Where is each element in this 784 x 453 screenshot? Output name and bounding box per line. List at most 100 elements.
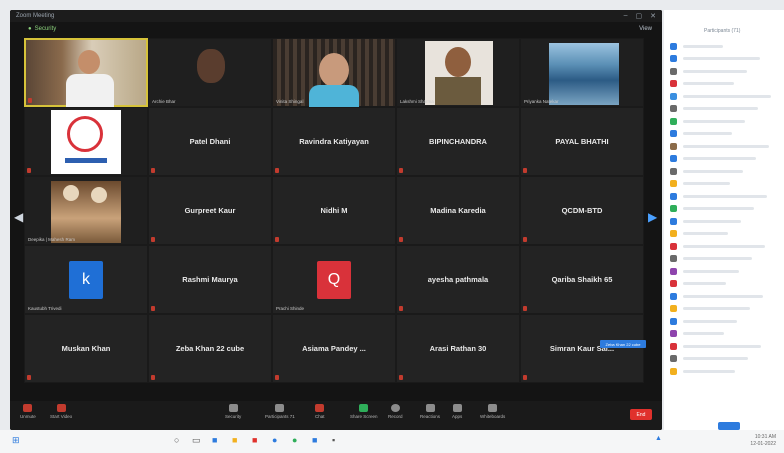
participant-tile[interactable]: QCDM-BTD: [520, 176, 644, 245]
participant-tile[interactable]: Deepika | Mahesh Ram: [24, 176, 148, 245]
participant-list-item[interactable]: [670, 228, 784, 241]
participant-list-item[interactable]: [670, 115, 784, 128]
participant-list-item[interactable]: [670, 340, 784, 353]
mic-muted-icon: [523, 168, 527, 173]
participant-tile[interactable]: Zeba Khan 22 cube: [148, 314, 272, 383]
participant-list-item[interactable]: [670, 140, 784, 153]
participant-tile[interactable]: PAYAL BHATHI: [520, 107, 644, 176]
task-view-icon[interactable]: ▭: [192, 435, 201, 446]
participant-tile[interactable]: Qariba Shaikh 65: [520, 245, 644, 314]
chat-button[interactable]: Chat: [315, 404, 325, 419]
avatar: [670, 230, 677, 238]
avatar: [670, 67, 677, 75]
mic-muted-icon: [523, 306, 527, 311]
maximize-icon[interactable]: ▢: [636, 12, 643, 20]
participants-button[interactable]: Participants 71: [265, 404, 295, 419]
participant-list-item[interactable]: [670, 290, 784, 303]
participant-tile[interactable]: Gurpreet Kaur: [148, 176, 272, 245]
participant-list-item[interactable]: [670, 265, 784, 278]
participant-list-item[interactable]: [670, 128, 784, 141]
participant-tile[interactable]: Q Prachi Shinde: [272, 245, 396, 314]
participant-tile[interactable]: Vinita Shingal: [272, 38, 396, 107]
participant-tile[interactable]: Arasi Rathan 30: [396, 314, 520, 383]
view-button[interactable]: View: [639, 26, 652, 32]
participant-list-item[interactable]: [670, 190, 784, 203]
participant-list-item[interactable]: [670, 203, 784, 216]
participant-list-item[interactable]: [670, 53, 784, 66]
mic-muted-icon: [275, 168, 279, 173]
participant-list-item[interactable]: [670, 353, 784, 366]
participant-tile[interactable]: k Kaustubh Trivedi: [24, 245, 148, 314]
mic-muted-icon: [523, 375, 527, 380]
participant-tile[interactable]: Patel Dhani: [148, 107, 272, 176]
mic-muted-icon: [399, 375, 403, 380]
participant-list-item[interactable]: [670, 328, 784, 341]
participant-list-item[interactable]: [670, 65, 784, 78]
search-icon[interactable]: ○: [174, 435, 179, 445]
participant-name: Gurpreet Kaur: [184, 206, 236, 215]
participant-list-item[interactable]: [670, 78, 784, 91]
avatar: [670, 355, 677, 363]
app-icon[interactable]: ▪: [332, 435, 335, 445]
participant-list-name: [683, 144, 769, 148]
participant-tile[interactable]: Nidhi M: [272, 176, 396, 245]
participant-list-item[interactable]: [670, 90, 784, 103]
chrome-icon[interactable]: ●: [292, 435, 297, 445]
zoom-app-icon[interactable]: ■: [212, 435, 217, 445]
close-icon[interactable]: ✕: [650, 12, 656, 20]
reactions-button[interactable]: Reactions: [420, 404, 440, 419]
participant-list-item[interactable]: [670, 303, 784, 316]
participant-list-item[interactable]: [670, 315, 784, 328]
store-icon[interactable]: ■: [312, 435, 317, 445]
participant-list-name: [683, 257, 752, 261]
file-explorer-icon[interactable]: ■: [232, 435, 237, 445]
participant-tile[interactable]: Rashmi Maurya: [148, 245, 272, 314]
participant-list-item[interactable]: [670, 278, 784, 291]
participant-name: Nidhi M: [320, 206, 348, 215]
share-screen-button[interactable]: Share Screen: [350, 404, 378, 419]
participant-tile[interactable]: Simran Kaur Sai...: [520, 314, 644, 383]
participant-tile[interactable]: Lakshmi Sharma: [396, 38, 520, 107]
participant-tile[interactable]: [24, 38, 148, 108]
invite-button[interactable]: [718, 422, 740, 430]
start-video-button[interactable]: Start Video: [50, 404, 72, 419]
avatar: [670, 255, 677, 263]
tray-icon[interactable]: ▲: [655, 435, 662, 442]
participant-tile[interactable]: Ravindra Katiyayan: [272, 107, 396, 176]
apps-button[interactable]: Apps: [452, 404, 462, 419]
participant-tile[interactable]: Priyanka Natekar: [520, 38, 644, 107]
minimize-icon[interactable]: –: [624, 12, 628, 20]
participant-tile[interactable]: ayesha pathmala: [396, 245, 520, 314]
edge-icon[interactable]: ●: [272, 435, 277, 445]
mic-muted-icon: [399, 306, 403, 311]
security-indicator[interactable]: ● Security: [28, 26, 56, 32]
office-icon[interactable]: ■: [252, 435, 257, 445]
windows-start-icon[interactable]: ⊞: [12, 435, 20, 446]
participant-list-item[interactable]: [670, 240, 784, 253]
avatar: [670, 267, 677, 275]
mic-muted-icon: [399, 237, 403, 242]
participant-list-item[interactable]: [670, 40, 784, 53]
participant-list-item[interactable]: [670, 103, 784, 116]
participant-list-item[interactable]: [670, 365, 784, 378]
participant-tile[interactable]: Muskan Khan: [24, 314, 148, 383]
participant-tile[interactable]: Archie Bhar: [148, 38, 272, 107]
participant-tile[interactable]: Madina Karedia: [396, 176, 520, 245]
unmute-button[interactable]: Unmute: [20, 404, 36, 419]
prev-page-arrow-icon[interactable]: ◀: [14, 210, 23, 224]
record-button[interactable]: Record: [388, 404, 403, 419]
participant-tile[interactable]: BIPINCHANDRA: [396, 107, 520, 176]
participant-tile[interactable]: Asiama Pandey ...: [272, 314, 396, 383]
participant-list-item[interactable]: [670, 153, 784, 166]
participant-list-item[interactable]: [670, 253, 784, 266]
mic-muted-icon: [151, 375, 155, 380]
end-meeting-button[interactable]: End: [630, 409, 652, 420]
participant-tile[interactable]: [24, 107, 148, 176]
whiteboards-button[interactable]: Whiteboards: [480, 404, 505, 419]
next-page-arrow-icon[interactable]: ▶: [648, 210, 657, 224]
participant-list-item[interactable]: [670, 215, 784, 228]
security-button[interactable]: Security: [225, 404, 241, 419]
participant-list-item[interactable]: [670, 178, 784, 191]
avatar: [670, 305, 677, 313]
participant-list-item[interactable]: [670, 165, 784, 178]
